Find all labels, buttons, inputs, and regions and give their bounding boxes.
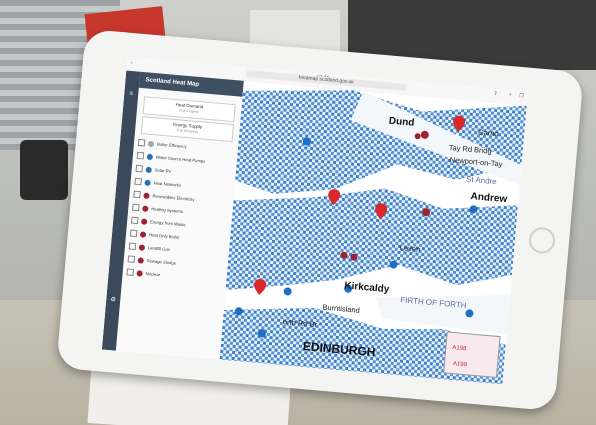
layer-symbol-icon	[136, 269, 143, 277]
layer-symbol-icon	[146, 153, 154, 160]
map-label-leven: Leven	[399, 243, 421, 254]
layer-symbol-icon	[137, 256, 145, 264]
map-label-carnoustie: Carno	[477, 127, 500, 139]
desk-phone	[20, 140, 68, 200]
photo-scene: ‹ 10:44 heatmap.scotland.gov.uk ⇪ + ❐ ≡ …	[0, 0, 596, 425]
layer-checkbox[interactable]	[128, 242, 137, 251]
layer-label: Renewables Electricity	[152, 193, 195, 202]
layer-label: Landfill Gas	[147, 245, 171, 253]
layer-label: Boiler Efficiency	[156, 141, 187, 150]
layer-symbol-icon	[140, 217, 148, 225]
layer-checkbox[interactable]	[129, 229, 138, 238]
layer-symbol-icon	[147, 140, 155, 147]
map-view[interactable]: Dund Carno Tay Rd Bridg Newport-on-Tay S…	[219, 80, 527, 385]
layer-label: Nuclear	[145, 271, 161, 278]
layer-label: Water Source Heat Pumps	[155, 154, 206, 164]
settings-icon[interactable]: ⚙	[106, 296, 121, 304]
layer-checkbox[interactable]	[135, 164, 144, 173]
layer-symbol-icon	[143, 192, 150, 199]
layer-label: Heat Networks	[153, 180, 182, 188]
layer-checkbox[interactable]	[126, 268, 135, 276]
home-button[interactable]	[527, 226, 557, 255]
ipad-screen: ‹ 10:44 heatmap.scotland.gov.uk ⇪ + ❐ ≡ …	[101, 56, 528, 385]
layer-checkbox[interactable]	[137, 138, 146, 147]
layer-list: Boiler Efficiency Water Source Heat Pumps…	[126, 136, 236, 287]
menu-icon[interactable]: ≡	[124, 90, 138, 97]
road-label-a198: A198	[452, 345, 467, 353]
layer-symbol-icon	[142, 204, 149, 212]
layer-symbol-icon	[145, 166, 153, 173]
tabs-icon[interactable]: ❐	[519, 93, 524, 99]
layer-symbol-icon	[138, 243, 146, 251]
layer-checkbox[interactable]	[132, 203, 140, 212]
firth-of-forth-water	[375, 294, 511, 335]
share-icon[interactable]: ⇪	[493, 91, 498, 97]
overview-inset[interactable]: A198 A199	[443, 331, 501, 379]
map-label-dundee: Dund	[388, 115, 415, 129]
layer-checkbox[interactable]	[136, 151, 145, 160]
layer-symbol-icon	[144, 179, 151, 186]
back-icon[interactable]: ‹	[131, 60, 133, 66]
new-tab-icon[interactable]: +	[508, 92, 511, 98]
layer-checkbox[interactable]	[134, 177, 142, 186]
ipad: ‹ 10:44 heatmap.scotland.gov.uk ⇪ + ❐ ≡ …	[56, 28, 584, 412]
road-label-a199: A199	[452, 361, 468, 369]
layer-checkbox[interactable]	[130, 216, 139, 225]
layer-label: Heating Systems	[151, 206, 184, 215]
layer-label: Heat Only Boiler	[148, 232, 180, 240]
layer-label: Sewage Sludge	[146, 258, 177, 266]
layer-label: Energy from Waste	[149, 219, 186, 228]
layer-checkbox[interactable]	[133, 190, 141, 199]
layer-label: Solar PV	[154, 167, 172, 174]
layer-symbol-icon	[139, 230, 147, 238]
map-marker-blue[interactable]	[283, 287, 292, 296]
layer-checkbox[interactable]	[127, 255, 136, 264]
